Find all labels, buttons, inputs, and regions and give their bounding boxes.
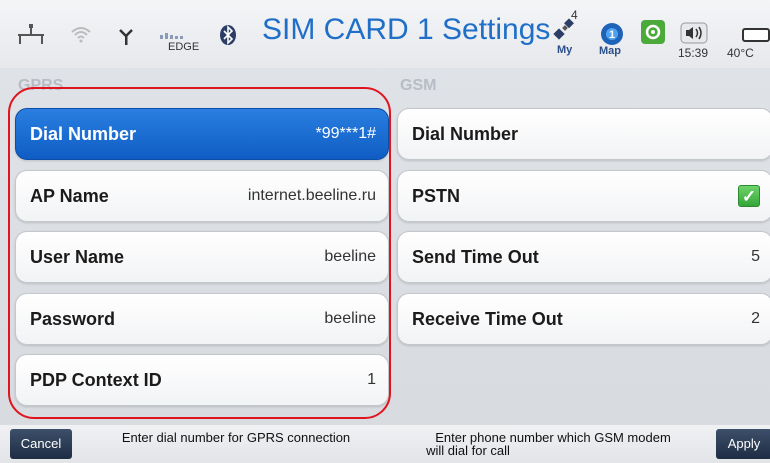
svg-text:1: 1	[609, 29, 615, 41]
page-title: SIM CARD 1 Settings	[262, 13, 551, 46]
gsm-hint-line2: will dial for call	[426, 443, 510, 458]
highlight-outline	[8, 87, 391, 419]
gps-count: 4	[571, 8, 578, 22]
clock: 15:39	[678, 46, 709, 60]
gear-icon[interactable]	[640, 19, 666, 45]
gsm-pstn-label: PSTN	[412, 186, 461, 206]
gsm-send-timeout-label: Send Time Out	[412, 247, 539, 267]
network-icon	[18, 24, 44, 44]
signal-icon	[160, 33, 183, 39]
bluetooth-icon	[220, 25, 236, 45]
antenna-icon	[119, 29, 133, 45]
gsm-pstn-row[interactable]: PSTN ✓	[397, 170, 770, 222]
temperature: 40°C	[727, 46, 754, 60]
status-bar: EDGE SIM CARD 1 Settings 4 My 1 Map 15:3…	[0, 0, 770, 68]
cancel-button[interactable]: Cancel	[10, 429, 72, 459]
gprs-hint: Enter dial number for GPRS connection	[121, 430, 351, 445]
screen: EDGE SIM CARD 1 Settings 4 My 1 Map 15:3…	[0, 0, 770, 463]
map-icon[interactable]: 1	[600, 22, 624, 46]
gsm-send-timeout-value: 5	[751, 248, 760, 265]
gsm-receive-timeout-value: 2	[751, 310, 760, 327]
pstn-checkbox[interactable]: ✓	[738, 185, 760, 207]
wifi-icon	[71, 27, 91, 43]
gsm-dial-number-label: Dial Number	[412, 124, 519, 144]
battery-icon	[742, 28, 770, 42]
my-label: My	[557, 44, 573, 56]
map-label: Map	[599, 45, 621, 57]
gsm-hint: Enter phone number which GSM modem will …	[393, 431, 713, 457]
network-type-label: EDGE	[168, 41, 200, 53]
gsm-send-timeout-row[interactable]: Send Time Out 5	[397, 231, 770, 283]
gsm-dial-number-row[interactable]: Dial Number	[397, 108, 770, 160]
apply-button[interactable]: Apply	[716, 429, 770, 459]
gsm-receive-timeout-row[interactable]: Receive Time Out 2	[397, 293, 770, 345]
bottom-bar: Cancel Enter dial number for GPRS connec…	[0, 425, 770, 463]
gsm-receive-timeout-label: Receive Time Out	[412, 309, 563, 329]
speaker-icon[interactable]	[680, 22, 708, 44]
gsm-section-header: GSM	[400, 77, 437, 94]
